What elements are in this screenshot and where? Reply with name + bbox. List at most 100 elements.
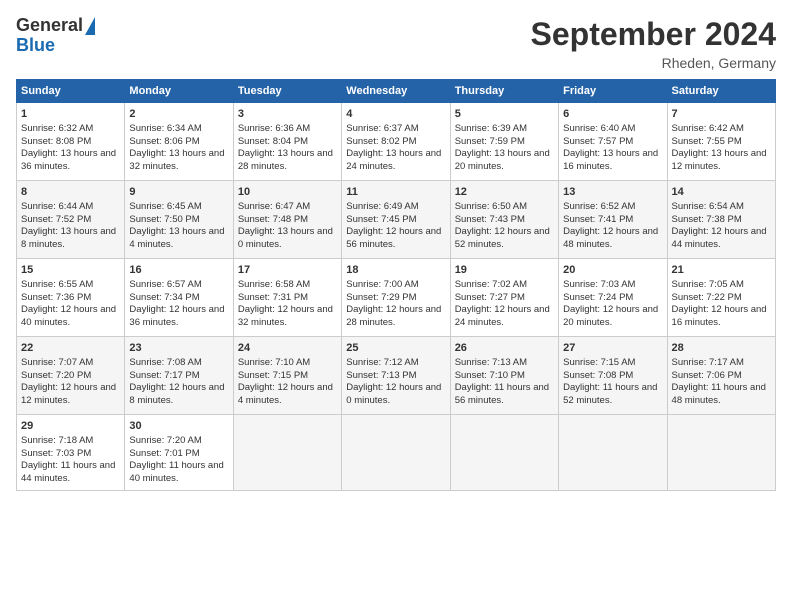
daylight: Daylight: 13 hours and 24 minutes. bbox=[346, 148, 441, 172]
calendar-header-wednesday: Wednesday bbox=[342, 80, 450, 103]
logo: General Blue bbox=[16, 16, 95, 56]
daylight: Daylight: 12 hours and 8 minutes. bbox=[129, 382, 224, 406]
sunrise: Sunrise: 7:17 AM bbox=[672, 357, 744, 368]
daylight: Daylight: 11 hours and 56 minutes. bbox=[455, 382, 549, 406]
calendar-cell: 27Sunrise: 7:15 AMSunset: 7:08 PMDayligh… bbox=[559, 337, 667, 415]
daylight: Daylight: 13 hours and 16 minutes. bbox=[563, 148, 658, 172]
sunset: Sunset: 7:48 PM bbox=[238, 214, 308, 225]
sunset: Sunset: 7:13 PM bbox=[346, 370, 416, 381]
day-number: 21 bbox=[672, 263, 771, 278]
day-number: 6 bbox=[563, 107, 662, 122]
sunrise: Sunrise: 7:08 AM bbox=[129, 357, 201, 368]
calendar-cell bbox=[233, 415, 341, 491]
sunset: Sunset: 7:43 PM bbox=[455, 214, 525, 225]
daylight: Daylight: 12 hours and 44 minutes. bbox=[672, 226, 767, 250]
page: General Blue September 2024 Rheden, Germ… bbox=[0, 0, 792, 612]
calendar-cell: 7Sunrise: 6:42 AM Sunset: 7:55 PMDaylight… bbox=[667, 103, 775, 181]
day-number: 3 bbox=[238, 107, 337, 122]
logo-general: General bbox=[16, 16, 83, 36]
sunrise: Sunrise: 6:34 AM bbox=[129, 123, 201, 134]
calendar-cell: 14Sunrise: 6:54 AMSunset: 7:38 PMDayligh… bbox=[667, 181, 775, 259]
sunrise: Sunrise: 6:44 AM bbox=[21, 201, 93, 212]
calendar-cell: 25Sunrise: 7:12 AMSunset: 7:13 PMDayligh… bbox=[342, 337, 450, 415]
day-number: 27 bbox=[563, 341, 662, 356]
sunrise: Sunrise: 7:12 AM bbox=[346, 357, 418, 368]
calendar-cell: 9Sunrise: 6:45 AMSunset: 7:50 PMDaylight… bbox=[125, 181, 233, 259]
day-number: 13 bbox=[563, 185, 662, 200]
daylight: Daylight: 11 hours and 52 minutes. bbox=[563, 382, 657, 406]
sunrise: Sunrise: 6:55 AM bbox=[21, 279, 93, 290]
sunrise: Sunrise: 6:58 AM bbox=[238, 279, 310, 290]
day-number: 7 bbox=[672, 107, 771, 122]
daylight: Daylight: 12 hours and 32 minutes. bbox=[238, 304, 333, 328]
calendar-cell: 17Sunrise: 6:58 AM Sunset: 7:31 PMDayligh… bbox=[233, 259, 341, 337]
daylight: Daylight: 13 hours and 12 minutes. bbox=[672, 148, 767, 172]
sunset: Sunset: 8:04 PM bbox=[238, 136, 308, 147]
day-number: 8 bbox=[21, 185, 120, 200]
daylight: Daylight: 12 hours and 40 minutes. bbox=[21, 304, 116, 328]
sunrise: Sunrise: 6:37 AM bbox=[346, 123, 418, 134]
sunrise: Sunrise: 6:54 AM bbox=[672, 201, 744, 212]
day-number: 17 bbox=[238, 263, 337, 278]
header: General Blue September 2024 Rheden, Germ… bbox=[16, 16, 776, 71]
sunrise: Sunrise: 6:42 AM bbox=[672, 123, 744, 134]
calendar-cell: 5Sunrise: 6:39 AMSunset: 7:59 PMDaylight… bbox=[450, 103, 558, 181]
sunset: Sunset: 7:41 PM bbox=[563, 214, 633, 225]
calendar-cell: 22Sunrise: 7:07 AMSunset: 7:20 PMDayligh… bbox=[17, 337, 125, 415]
calendar-cell: 29Sunrise: 7:18 AMSunset: 7:03 PMDayligh… bbox=[17, 415, 125, 491]
location: Rheden, Germany bbox=[531, 55, 776, 71]
calendar-header-sunday: Sunday bbox=[17, 80, 125, 103]
sunrise: Sunrise: 7:02 AM bbox=[455, 279, 527, 290]
calendar-cell bbox=[450, 415, 558, 491]
calendar-cell bbox=[667, 415, 775, 491]
sunrise: Sunrise: 6:40 AM bbox=[563, 123, 635, 134]
sunset: Sunset: 7:50 PM bbox=[129, 214, 199, 225]
day-number: 11 bbox=[346, 185, 445, 200]
sunset: Sunset: 7:36 PM bbox=[21, 292, 91, 303]
sunset: Sunset: 7:38 PM bbox=[672, 214, 742, 225]
calendar-cell: 15Sunrise: 6:55 AMSunset: 7:36 PMDayligh… bbox=[17, 259, 125, 337]
daylight: Daylight: 13 hours and 4 minutes. bbox=[129, 226, 224, 250]
day-number: 20 bbox=[563, 263, 662, 278]
calendar-cell: 4Sunrise: 6:37 AMSunset: 8:02 PMDaylight… bbox=[342, 103, 450, 181]
sunset: Sunset: 7:55 PM bbox=[672, 136, 742, 147]
sunset: Sunset: 7:10 PM bbox=[455, 370, 525, 381]
calendar-header-friday: Friday bbox=[559, 80, 667, 103]
sunset: Sunset: 7:22 PM bbox=[672, 292, 742, 303]
sunset: Sunset: 8:08 PM bbox=[21, 136, 91, 147]
day-number: 12 bbox=[455, 185, 554, 200]
sunset: Sunset: 7:34 PM bbox=[129, 292, 199, 303]
calendar-cell: 30Sunrise: 7:20 AMSunset: 7:01 PMDayligh… bbox=[125, 415, 233, 491]
sunrise: Sunrise: 7:15 AM bbox=[563, 357, 635, 368]
daylight: Daylight: 12 hours and 24 minutes. bbox=[455, 304, 550, 328]
daylight: Daylight: 11 hours and 44 minutes. bbox=[21, 460, 115, 484]
sunrise: Sunrise: 7:20 AM bbox=[129, 435, 201, 446]
daylight: Daylight: 11 hours and 48 minutes. bbox=[672, 382, 766, 406]
sunrise: Sunrise: 6:36 AM bbox=[238, 123, 310, 134]
day-number: 16 bbox=[129, 263, 228, 278]
sunrise: Sunrise: 6:52 AM bbox=[563, 201, 635, 212]
day-number: 29 bbox=[21, 419, 120, 434]
day-number: 4 bbox=[346, 107, 445, 122]
day-number: 23 bbox=[129, 341, 228, 356]
daylight: Daylight: 11 hours and 40 minutes. bbox=[129, 460, 223, 484]
sunset: Sunset: 7:17 PM bbox=[129, 370, 199, 381]
sunset: Sunset: 7:03 PM bbox=[21, 448, 91, 459]
daylight: Daylight: 12 hours and 28 minutes. bbox=[346, 304, 441, 328]
daylight: Daylight: 13 hours and 36 minutes. bbox=[21, 148, 116, 172]
daylight: Daylight: 12 hours and 20 minutes. bbox=[563, 304, 658, 328]
daylight: Daylight: 12 hours and 48 minutes. bbox=[563, 226, 658, 250]
sunrise: Sunrise: 7:13 AM bbox=[455, 357, 527, 368]
calendar-cell: 11Sunrise: 6:49 AMSunset: 7:45 PMDayligh… bbox=[342, 181, 450, 259]
daylight: Daylight: 13 hours and 20 minutes. bbox=[455, 148, 550, 172]
daylight: Daylight: 13 hours and 0 minutes. bbox=[238, 226, 333, 250]
sunrise: Sunrise: 7:03 AM bbox=[563, 279, 635, 290]
day-number: 24 bbox=[238, 341, 337, 356]
daylight: Daylight: 12 hours and 56 minutes. bbox=[346, 226, 441, 250]
sunset: Sunset: 7:31 PM bbox=[238, 292, 308, 303]
sunset: Sunset: 8:06 PM bbox=[129, 136, 199, 147]
calendar-cell: 2Sunrise: 6:34 AMSunset: 8:06 PMDaylight… bbox=[125, 103, 233, 181]
day-number: 18 bbox=[346, 263, 445, 278]
calendar-header-tuesday: Tuesday bbox=[233, 80, 341, 103]
daylight: Daylight: 12 hours and 52 minutes. bbox=[455, 226, 550, 250]
